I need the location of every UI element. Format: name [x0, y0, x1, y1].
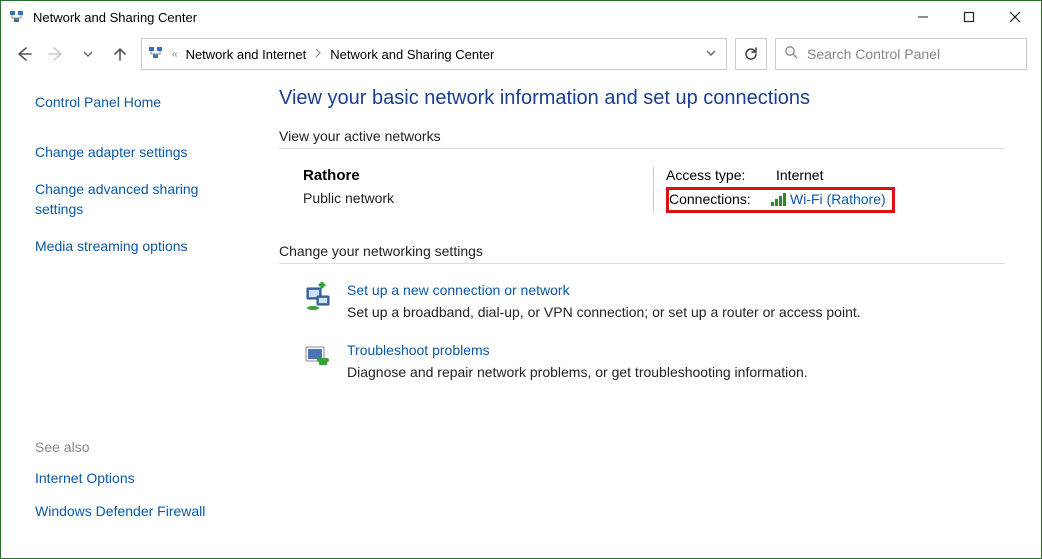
- search-box[interactable]: [775, 38, 1027, 70]
- main-content: View your basic network information and …: [261, 75, 1041, 558]
- sidebar-item-firewall[interactable]: Windows Defender Firewall: [35, 502, 241, 522]
- up-button[interactable]: [111, 45, 129, 63]
- setting-item-troubleshoot: Troubleshoot problems Diagnose and repai…: [303, 342, 1005, 380]
- refresh-button[interactable]: [735, 38, 767, 70]
- connections-label: Connections:: [669, 191, 769, 207]
- window-title: Network and Sharing Center: [33, 10, 197, 25]
- address-dropdown-icon[interactable]: [696, 48, 726, 61]
- active-network-row: Rathore Public network Access type: Inte…: [279, 167, 1005, 213]
- troubleshoot-icon: [303, 342, 333, 372]
- network-name: Rathore: [303, 167, 653, 184]
- wifi-signal-icon: [771, 193, 786, 206]
- sidebar-item-adapter[interactable]: Change adapter settings: [35, 143, 241, 163]
- sidebar-item-internet-options[interactable]: Internet Options: [35, 469, 241, 489]
- nav-row: « Network and Internet Network and Shari…: [1, 33, 1041, 75]
- network-sharing-icon: [148, 45, 164, 64]
- setting-desc: Diagnose and repair network problems, or…: [347, 364, 808, 380]
- network-type: Public network: [303, 190, 653, 206]
- minimize-button[interactable]: [913, 7, 933, 27]
- connections-highlight-box: Connections: Wi-Fi (Rathore): [666, 187, 895, 213]
- setting-item-new-connection: Set up a new connection or network Set u…: [303, 282, 1005, 320]
- access-type-label: Access type:: [666, 167, 776, 183]
- breadcrumb-seg[interactable]: Network and Sharing Center: [330, 47, 494, 62]
- chevron-right-icon: [306, 48, 330, 61]
- new-connection-icon: [303, 282, 333, 312]
- recent-dropdown-icon[interactable]: [79, 45, 97, 63]
- maximize-button[interactable]: [959, 7, 979, 27]
- setting-title[interactable]: Troubleshoot problems: [347, 342, 808, 358]
- back-button[interactable]: [15, 45, 33, 63]
- sidebar: Control Panel Home Change adapter settin…: [1, 75, 261, 558]
- titlebar: Network and Sharing Center: [1, 1, 1041, 33]
- search-icon: [784, 45, 799, 63]
- close-button[interactable]: [1005, 7, 1025, 27]
- window-controls: [913, 7, 1025, 27]
- chevron-left-double-icon[interactable]: «: [170, 49, 180, 60]
- active-networks-header: View your active networks: [279, 128, 1005, 149]
- forward-button[interactable]: [47, 45, 65, 63]
- connection-link[interactable]: Wi-Fi (Rathore): [790, 191, 886, 207]
- breadcrumb-seg[interactable]: Network and Internet: [186, 47, 307, 62]
- network-sharing-icon: [9, 9, 25, 25]
- address-bar[interactable]: « Network and Internet Network and Shari…: [141, 38, 727, 70]
- sidebar-item-sharing[interactable]: Change advanced sharing settings: [35, 180, 241, 219]
- search-input[interactable]: [807, 46, 1018, 62]
- sidebar-item-media[interactable]: Media streaming options: [35, 237, 241, 257]
- access-type-value: Internet: [776, 167, 823, 183]
- setting-title[interactable]: Set up a new connection or network: [347, 282, 861, 298]
- page-title: View your basic network information and …: [279, 87, 1005, 110]
- see-also-header: See also: [35, 439, 241, 455]
- change-settings-header: Change your networking settings: [279, 243, 1005, 264]
- setting-desc: Set up a broadband, dial-up, or VPN conn…: [347, 304, 861, 320]
- sidebar-item-home[interactable]: Control Panel Home: [35, 93, 241, 113]
